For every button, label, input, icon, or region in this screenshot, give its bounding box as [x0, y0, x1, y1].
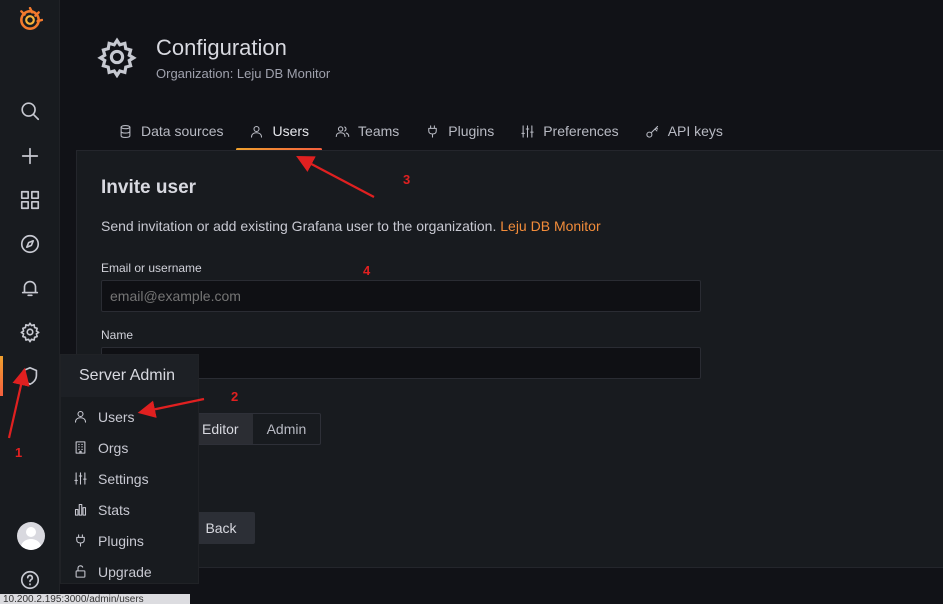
annotation-number-2: 2: [231, 389, 239, 404]
plug-icon: [428, 124, 438, 138]
server-admin-shield-icon[interactable]: [0, 356, 60, 396]
avatar[interactable]: [17, 522, 45, 550]
tab-api-keys[interactable]: API keys: [632, 114, 736, 148]
flyout-item-upgrade[interactable]: Upgrade: [61, 556, 198, 587]
annotation-number-3: 3: [403, 172, 411, 187]
page-subtitle: Organization: Leju DB Monitor: [156, 66, 331, 81]
org-link[interactable]: Leju DB Monitor: [500, 218, 600, 234]
flyout-item-label: Orgs: [98, 439, 129, 456]
grafana-logo-icon[interactable]: [0, 0, 60, 40]
unlock-icon: [75, 565, 86, 578]
role-selector: Editor Admin: [187, 413, 322, 445]
annotation-number-4: 4: [363, 263, 371, 278]
building-icon: [75, 441, 86, 454]
invite-description: Send invitation or add existing Grafana …: [101, 218, 601, 234]
explore-compass-icon[interactable]: [0, 224, 60, 264]
tab-data-sources[interactable]: Data sources: [105, 114, 236, 148]
tab-bar: Data sources Users Teams Plugins Prefere…: [105, 114, 736, 151]
tab-label: Data sources: [141, 123, 224, 139]
tab-teams[interactable]: Teams: [322, 114, 412, 148]
tab-label: Plugins: [448, 123, 495, 139]
flyout-title[interactable]: Server Admin: [61, 355, 198, 397]
invite-description-text: Send invitation or add existing Grafana …: [101, 218, 497, 234]
sidebar: [0, 0, 60, 604]
configuration-gear-icon: [96, 36, 138, 79]
plus-icon[interactable]: [0, 136, 60, 176]
plug-icon: [76, 534, 85, 547]
email-field[interactable]: [101, 280, 701, 312]
annotation-number-1: 1: [15, 445, 23, 460]
tab-plugins[interactable]: Plugins: [412, 114, 507, 148]
flyout-item-label: Plugins: [98, 532, 144, 549]
role-admin-option[interactable]: Admin: [253, 414, 321, 444]
key-icon: [646, 125, 658, 138]
flyout-item-plugins[interactable]: Plugins: [61, 525, 198, 556]
flyout-item-orgs[interactable]: Orgs: [61, 432, 198, 463]
tab-preferences[interactable]: Preferences: [507, 114, 631, 148]
flyout-item-label: Upgrade: [98, 563, 152, 580]
flyout-item-label: Settings: [98, 470, 149, 487]
invite-title: Invite user: [101, 177, 197, 198]
bar-chart-icon: [74, 503, 87, 516]
flyout-item-label: Stats: [98, 501, 130, 518]
email-label: Email or username: [101, 261, 202, 275]
user-icon: [74, 410, 87, 423]
flyout-item-stats[interactable]: Stats: [61, 494, 198, 525]
tab-users[interactable]: Users: [236, 114, 322, 151]
dashboards-grid-icon[interactable]: [0, 180, 60, 220]
search-icon[interactable]: [0, 91, 60, 131]
alerting-bell-icon[interactable]: [0, 268, 60, 308]
page-header: Configuration Organization: Leju DB Moni…: [60, 0, 943, 151]
tab-label: Users: [272, 123, 310, 139]
user-icon: [251, 125, 263, 138]
configuration-gear-icon[interactable]: [0, 312, 60, 352]
name-label: Name: [101, 328, 134, 342]
users-icon: [335, 125, 350, 137]
page-title: Configuration: [156, 35, 287, 60]
status-url-tooltip: 10.200.2.195:3000/admin/users: [0, 594, 190, 604]
flyout-item-label: Users: [98, 408, 135, 425]
tab-label: API keys: [667, 123, 723, 139]
flyout-item-settings[interactable]: Settings: [61, 463, 198, 494]
flyout-item-users[interactable]: Users: [61, 401, 198, 432]
database-icon: [120, 124, 131, 138]
invite-user-panel: Invite user Send invitation or add exist…: [76, 150, 943, 568]
tab-label: Preferences: [543, 123, 619, 139]
server-admin-flyout: Server Admin Users Orgs Settings Stats P…: [60, 354, 199, 584]
sliders-icon: [74, 472, 87, 485]
tab-label: Teams: [358, 123, 400, 139]
sliders-icon: [521, 124, 534, 138]
